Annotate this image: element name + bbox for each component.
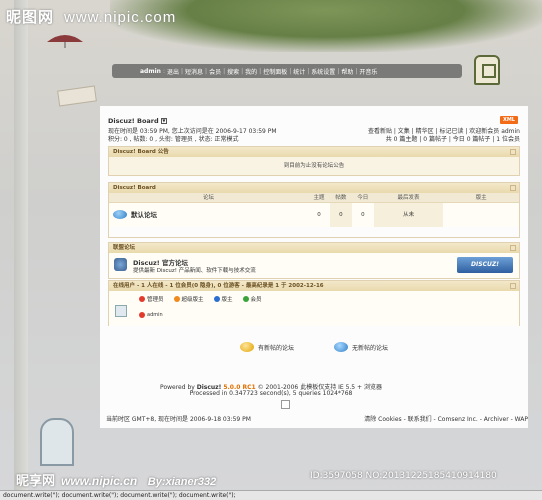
bottom-watermark: 昵享网 www.nipic.cn By:xianer332 — [16, 474, 217, 489]
legend-member: 会员 — [242, 295, 262, 303]
header-row-2: 积分: 0 , 帖数: 0 , 头衔: 管理员 , 状态: 正常模式 共 0 篇… — [108, 134, 520, 143]
nav-control-panel[interactable]: 控制面板 — [263, 67, 287, 76]
online-title: 在线用户 - 1 人在线 - 1 位会员(0 隐身), 0 位游客 - 最高纪录… — [109, 281, 519, 291]
board-counts: 共 0 篇主题 | 0 篇帖子 | 今日 0 篇帖子 | 1 位会员 — [385, 136, 520, 143]
col-topics: 主题 — [313, 195, 325, 201]
new-posts-bubble-icon — [240, 342, 254, 352]
super-mod-icon — [173, 296, 180, 302]
status-bar: document.write("); document.write("); do… — [0, 490, 542, 500]
board-column-header: 论坛 主题 帖数 今日 最后发表 版主 — [109, 193, 519, 203]
nav-messages[interactable]: 短消息 — [185, 67, 203, 76]
forum-last-post: 从未 — [373, 203, 444, 227]
collapse-icon[interactable] — [510, 185, 516, 191]
legend-new-posts: 有新帖的论坛 — [240, 342, 294, 352]
forum-bubble-icon — [113, 210, 127, 219]
nav-help[interactable]: 帮助 — [341, 67, 353, 76]
footer-timezone: 当前时区 GMT+8, 现在时间是 2006-9-18 03:59 PM — [106, 416, 251, 423]
online-body: 管理员 超级版主 版主 会员 admin — [109, 291, 519, 326]
online-title-text[interactable]: 在线用户 — [113, 283, 135, 289]
legend-mod: 版主 — [213, 295, 233, 303]
lamp-decoration-icon — [47, 35, 83, 48]
league-desc: 提供最新 Discuz! 产品新闻、软件下载与技术交流 — [133, 268, 256, 274]
league-globe-icon — [114, 258, 127, 271]
xml-badge[interactable]: XML — [499, 116, 518, 124]
admin-icon — [139, 312, 145, 318]
online-summary: - 1 人在线 - 1 位会员(0 隐身), 0 位游客 - 最高纪录是 1 于… — [136, 283, 324, 289]
bottom-watermark-id: ID:3597058 NO:20131225185410914180 — [310, 471, 497, 481]
collapse-icon[interactable] — [510, 149, 516, 155]
member-icon — [242, 296, 249, 302]
board-box-title-text: Discuz! Board — [113, 185, 156, 191]
admin-icon — [139, 296, 145, 302]
mod-icon — [213, 296, 220, 302]
left-pillar-decoration — [14, 0, 28, 500]
announcement-body: 到目前为止没有论坛公告 — [109, 157, 519, 175]
collapse-icon[interactable] — [510, 245, 516, 251]
forum-posts: 0 — [329, 203, 352, 227]
post-legend: 有新帖的论坛 无新帖的论坛 — [240, 342, 388, 352]
top-navbar: admin: 退出 | 短消息 | 会员 | 搜索 | 我的 | 控制面板 | 统计 | 系统… — [112, 64, 462, 78]
collapse-icon[interactable] — [510, 283, 516, 289]
forum-moderator — [443, 203, 519, 227]
forum-name-cell: 默认论坛 — [109, 203, 308, 227]
top-watermark-cn: 昵图网 — [6, 8, 55, 26]
lantern-decoration-icon — [474, 55, 500, 85]
nav-my[interactable]: 我的 — [245, 67, 257, 76]
league-box: 联盟论坛 Discuz! 官方论坛 提供最新 Discuz! 产品新闻、软件下载… — [108, 242, 520, 279]
online-user[interactable]: admin — [139, 312, 163, 318]
announcement-title: Discuz! Board 公告 — [109, 147, 519, 157]
col-posts: 帖数 — [335, 195, 347, 201]
online-box: 在线用户 - 1 人在线 - 1 位会员(0 隐身), 0 位游客 - 最高纪录… — [108, 280, 520, 326]
main-panel: XML Discuz! Board ▼ 现在时间是 03:59 PM, 您上次访… — [100, 106, 528, 428]
user-stats: 积分: 0 , 帖数: 0 , 头衔: 管理员 , 状态: 正常模式 — [108, 136, 239, 143]
forum-topics: 0 — [317, 212, 321, 218]
col-moderator: 版主 — [475, 195, 487, 201]
league-body: Discuz! 官方论坛 提供最新 Discuz! 产品新闻、软件下载与技术交流… — [109, 253, 519, 278]
nav-user[interactable]: admin — [140, 68, 161, 75]
legend-no-new-posts: 无新帖的论坛 — [334, 342, 388, 352]
board-box-title: Discuz! Board — [109, 183, 519, 193]
nav-search[interactable]: 搜索 — [227, 67, 239, 76]
sign-decoration — [57, 85, 97, 107]
table-row: 默认论坛 0 0 0 从未 — [109, 203, 519, 227]
legend-super-mod: 超级版主 — [173, 295, 204, 303]
board-title[interactable]: Discuz! Board — [108, 117, 159, 125]
announcement-title-text: Discuz! Board 公告 — [113, 149, 169, 155]
footer-bar: 当前时区 GMT+8, 现在时间是 2006-9-18 03:59 PM 清除 … — [106, 414, 528, 423]
nav-stats[interactable]: 统计 — [293, 67, 305, 76]
top-watermark: 昵图网 www.nipic.com — [6, 6, 176, 27]
dropdown-icon[interactable]: ▼ — [160, 118, 167, 124]
col-last-post: 最后发表 — [397, 195, 420, 201]
footer-processed: Processed in 0.347723 second(s), 5 queri… — [189, 390, 353, 397]
group-legend: 管理员 超级版主 版主 会员 — [139, 295, 262, 303]
col-forum: 论坛 — [203, 195, 215, 201]
league-title-text: 联盟论坛 — [113, 245, 136, 251]
window-decoration — [40, 418, 74, 466]
forum-today: 0 — [361, 212, 365, 218]
online-user-name[interactable]: admin — [147, 312, 163, 318]
nav-system-settings[interactable]: 系统设置 — [311, 67, 335, 76]
board-box: Discuz! Board 论坛 主题 帖数 今日 最后发表 版主 默认论坛 0… — [108, 182, 520, 238]
league-title: 联盟论坛 — [109, 243, 519, 253]
online-list-icon — [115, 305, 127, 317]
legend-admin: 管理员 — [139, 295, 164, 303]
nav-members[interactable]: 会员 — [209, 67, 221, 76]
col-today: 今日 — [357, 195, 369, 201]
top-watermark-url: www.nipic.com — [64, 9, 177, 26]
announcement-box: Discuz! Board 公告 到目前为止没有论坛公告 — [108, 146, 520, 176]
footer-links[interactable]: 清除 Cookies - 联系我们 - Comsenz Inc. - Archi… — [364, 414, 528, 423]
forum-name[interactable]: 默认论坛 — [131, 211, 157, 219]
breadcrumb: Discuz! Board ▼ — [108, 117, 167, 125]
nav-music[interactable]: 开音乐 — [359, 67, 377, 76]
footer-badge-icon[interactable] — [281, 400, 290, 409]
no-new-posts-bubble-icon — [334, 342, 349, 352]
league-logo[interactable]: DISCUZ! — [457, 257, 513, 273]
nav-logout[interactable]: 退出 — [167, 67, 179, 76]
